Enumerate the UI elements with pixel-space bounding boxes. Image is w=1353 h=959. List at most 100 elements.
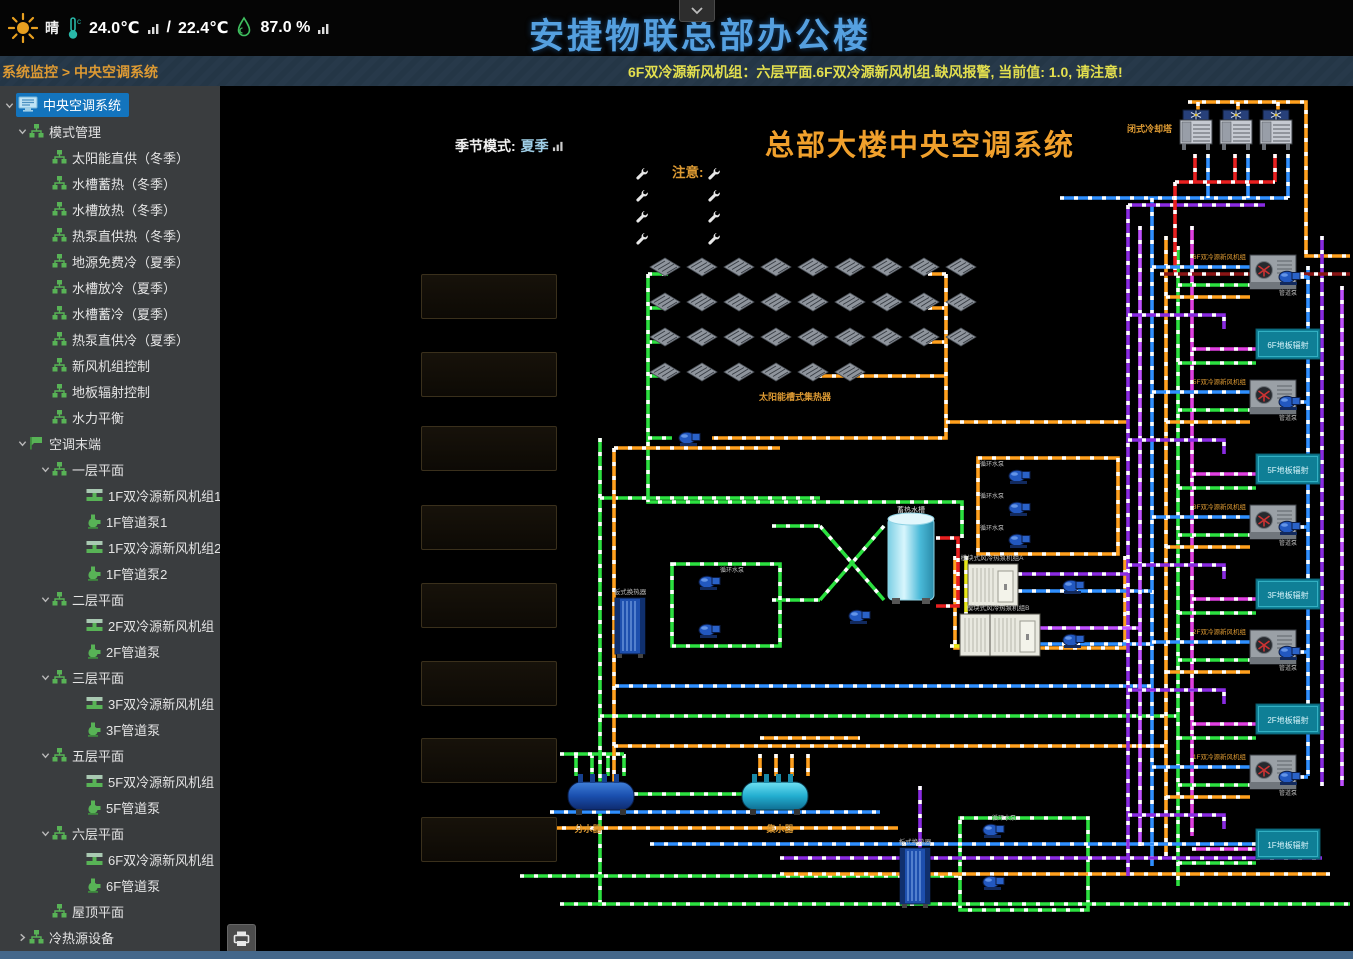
tree-item-太阳能直供（冬季）[interactable]: 太阳能直供（冬季） <box>0 144 220 170</box>
tree-item-label: 3F管道泵 <box>106 720 160 739</box>
tree-item-label: 中央空调系统 <box>43 95 121 114</box>
tree-expand-chevron[interactable] <box>38 673 52 682</box>
edit-day-button[interactable] <box>703 210 723 223</box>
tree-expand-chevron[interactable] <box>15 439 29 448</box>
mode-button-太阳能直供模式[interactable] <box>421 274 557 319</box>
chevron-down-icon <box>690 6 704 15</box>
mode-button-水槽放热模式[interactable] <box>421 426 557 471</box>
tree-item-二层平面[interactable]: 二层平面 <box>0 586 220 612</box>
mode-button-热泵直供热模式[interactable] <box>421 505 557 550</box>
tree-item-6F双冷源新风机组[interactable]: 6F双冷源新风机组 <box>0 846 220 872</box>
tree-item-1F管道泵1[interactable]: 1F管道泵1 <box>0 508 220 534</box>
tree-item-1F管道泵2[interactable]: 1F管道泵2 <box>0 560 220 586</box>
svg-text:c: c <box>77 17 81 26</box>
tree-item-3F双冷源新风机组[interactable]: 3F双冷源新风机组 <box>0 690 220 716</box>
tree-item-label: 冷热源设备 <box>49 928 114 947</box>
tree-item-三层平面[interactable]: 三层平面 <box>0 664 220 690</box>
tree-item-3F管道泵[interactable]: 3F管道泵 <box>0 716 220 742</box>
tree-item-水力平衡[interactable]: 水力平衡 <box>0 404 220 430</box>
tree-item-5F管道泵[interactable]: 5F管道泵 <box>0 794 220 820</box>
chiller-unit-b <box>960 614 1040 656</box>
tree-expand-chevron[interactable] <box>38 829 52 838</box>
thermometer-icon: c <box>66 16 82 40</box>
tree-item-6F管道泵[interactable]: 6F管道泵 <box>0 872 220 898</box>
mode-button-水槽蓄冷模式[interactable] <box>421 661 557 706</box>
solar-array-label: 太阳能槽式集热器 <box>758 391 832 402</box>
season-row <box>437 228 749 250</box>
org-node-icon <box>52 332 67 346</box>
tree-item-冷热源设备[interactable]: 冷热源设备 <box>0 924 220 950</box>
plate-heat-exchanger-2 <box>900 848 930 908</box>
edit-month-button[interactable] <box>631 210 651 223</box>
tree-item-空调末端[interactable]: 空调末端 <box>0 430 220 456</box>
tree-item-水槽放热（冬季）[interactable]: 水槽放热（冬季） <box>0 196 220 222</box>
tree-expand-chevron[interactable] <box>38 751 52 760</box>
season-row <box>437 185 749 207</box>
ahu-icon <box>86 774 103 788</box>
tree-item-label: 二层平面 <box>72 590 124 609</box>
tree-item-1F双冷源新风机组1[interactable]: 1F双冷源新风机组1 <box>0 482 220 508</box>
edit-day-button[interactable] <box>703 167 723 180</box>
breadcrumb[interactable]: 系统监控 > 中央空调系统 <box>2 62 158 82</box>
pump-icon <box>86 514 101 529</box>
tree-expand-chevron[interactable] <box>15 933 29 942</box>
tree-expand-chevron[interactable] <box>2 101 16 110</box>
tree-item-5F双冷源新风机组[interactable]: 5F双冷源新风机组 <box>0 768 220 794</box>
tree-item-水槽放冷（夏季）[interactable]: 水槽放冷（夏季） <box>0 274 220 300</box>
tree-item-热泵直供冷（夏季）[interactable]: 热泵直供冷（夏季） <box>0 326 220 352</box>
edit-day-button[interactable] <box>703 189 723 202</box>
tree-item-水槽蓄热（冬季）[interactable]: 水槽蓄热（冬季） <box>0 170 220 196</box>
edit-month-button[interactable] <box>631 189 651 202</box>
hx1-label: 板式换热器 <box>614 587 647 596</box>
mode-button-水槽放冷模式[interactable] <box>421 738 557 783</box>
tree-item-2F双冷源新风机组[interactable]: 2F双冷源新风机组 <box>0 612 220 638</box>
tree-expand-chevron[interactable] <box>38 465 52 474</box>
tree-item-热泵直供热（冬季）[interactable]: 热泵直供热（冬季） <box>0 222 220 248</box>
edit-month-button[interactable] <box>631 232 651 245</box>
tree-item-中央空调系统[interactable]: 中央空调系统 <box>0 92 220 118</box>
mode-button-热泵直供热模式[interactable] <box>421 817 557 862</box>
org-node-icon <box>52 904 67 918</box>
tree-item-水槽蓄冷（夏季）[interactable]: 水槽蓄冷（夏季） <box>0 300 220 326</box>
tree-item-label: 5F管道泵 <box>106 798 160 817</box>
storage-tank <box>888 513 934 604</box>
tree-item-2F管道泵[interactable]: 2F管道泵 <box>0 638 220 664</box>
pump-label: 循环水泵 <box>980 492 1004 500</box>
hvac-diagram: 6F双冷源新风机组管道泵6F地板辐射5F双冷源新风机组管道泵5F地板辐射3F双冷… <box>220 86 1353 951</box>
org-node-icon <box>52 202 67 216</box>
pump-label: 循环水泵 <box>980 460 1004 468</box>
edit-month-button[interactable] <box>631 167 651 180</box>
tree-expand-chevron[interactable] <box>38 595 52 604</box>
tree-item-新风机组控制[interactable]: 新风机组控制 <box>0 352 220 378</box>
tree-expand-chevron[interactable] <box>15 127 29 136</box>
header-collapse-tab[interactable] <box>679 0 715 22</box>
print-button[interactable] <box>227 924 256 953</box>
printer-icon <box>233 931 250 947</box>
wrench-edit-icon <box>635 167 648 180</box>
trend-bars-icon <box>147 22 160 35</box>
device-tree-sidebar: 中央空调系统模式管理太阳能直供（冬季）水槽蓄热（冬季）水槽放热（冬季）热泵直供热… <box>0 86 220 951</box>
tree-item-label: 六层平面 <box>72 824 124 843</box>
tree-item-模式管理[interactable]: 模式管理 <box>0 118 220 144</box>
tree-item-一层平面[interactable]: 一层平面 <box>0 456 220 482</box>
mode-button-水槽蓄热模式[interactable] <box>421 352 557 397</box>
tree-item-六层平面[interactable]: 六层平面 <box>0 820 220 846</box>
tree-item-1F双冷源新风机组2[interactable]: 1F双冷源新风机组2 <box>0 534 220 560</box>
outdoor-temp: 24.0℃ <box>89 18 140 38</box>
mode-button-地源免费冷模式[interactable] <box>421 583 557 628</box>
org-node-icon <box>52 826 67 840</box>
org-node-icon <box>52 150 67 164</box>
pipe-pump-label: 管道泵 <box>1279 414 1297 422</box>
edit-day-button[interactable] <box>703 232 723 245</box>
indoor-temp: 22.4℃ <box>178 18 229 38</box>
tree-item-五层平面[interactable]: 五层平面 <box>0 742 220 768</box>
pump-icon <box>86 644 101 659</box>
tree-item-地板辐射控制[interactable]: 地板辐射控制 <box>0 378 220 404</box>
tree-item-地源免费冷（夏季）[interactable]: 地源免费冷（夏季） <box>0 248 220 274</box>
tree-item-label: 水力平衡 <box>72 408 124 427</box>
org-node-icon <box>29 930 44 944</box>
tree-item-label: 地源免费冷（夏季） <box>72 252 189 271</box>
floor-unit-label: 6F双冷源新风机组 <box>1193 252 1247 261</box>
tree-item-屋顶平面[interactable]: 屋顶平面 <box>0 898 220 924</box>
svg-text:2F地板辐射: 2F地板辐射 <box>1267 715 1308 725</box>
